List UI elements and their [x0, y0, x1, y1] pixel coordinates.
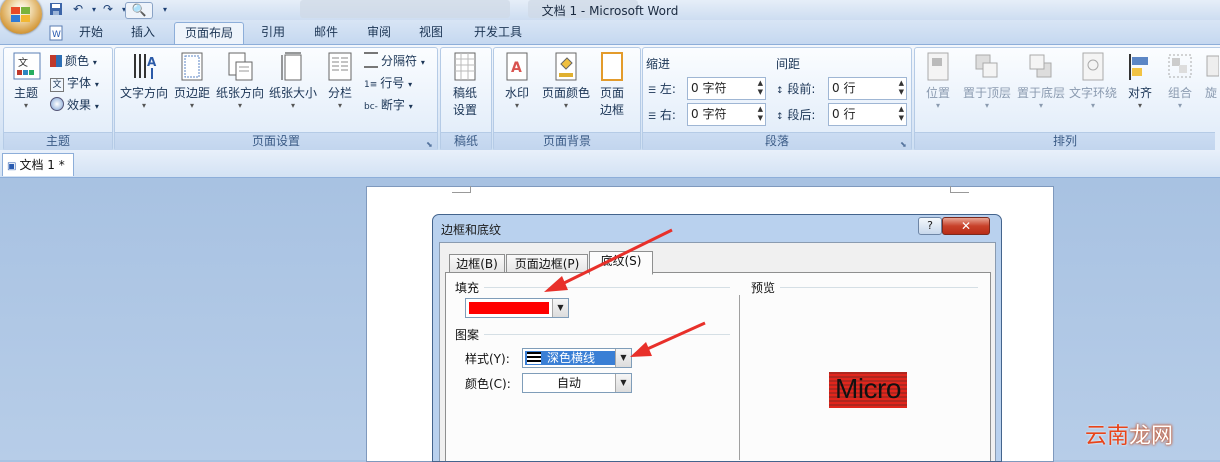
annotation-arrow: [544, 228, 673, 292]
annotation-arrow: [630, 321, 706, 357]
office-logo-icon: [11, 7, 31, 23]
annotation-arrows: [544, 228, 706, 357]
site-watermark: 云南龙网: [1085, 424, 1174, 449]
